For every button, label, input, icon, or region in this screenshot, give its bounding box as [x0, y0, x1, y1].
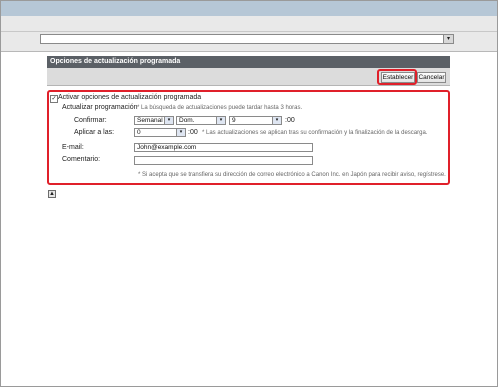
cancel-button[interactable]: Cancelar	[417, 72, 446, 83]
email-footnote: * Si acepta que se transfiera su direcci…	[138, 172, 446, 178]
apply-minutes: :00	[188, 129, 198, 136]
email-field[interactable]	[134, 143, 313, 152]
frequency-value: Semanal	[137, 117, 163, 124]
collapse-icon[interactable]: ▲	[48, 190, 56, 198]
confirm-minutes: :00	[285, 117, 295, 124]
enable-schedule-label: Activar opciones de actualización progra…	[58, 94, 202, 101]
update-schedule-label: Actualizar programación	[62, 104, 138, 111]
email-label: E-mail:	[62, 144, 84, 151]
chevron-down-icon[interactable]: ▾	[443, 35, 453, 43]
toolbar-divider	[1, 31, 497, 32]
update-note: * La búsqueda de actualizaciones puede t…	[137, 105, 303, 111]
apply-hour-value: 0	[137, 129, 141, 136]
day-select[interactable]: Dom. ▾	[176, 116, 226, 125]
chevron-down-icon: ▾	[164, 117, 173, 124]
confirm-label: Confirmar:	[74, 117, 107, 124]
panel-title: Opciones de actualización programada	[47, 56, 450, 68]
apply-label: Aplicar a las:	[74, 129, 115, 136]
frequency-select[interactable]: Semanal ▾	[134, 116, 174, 125]
page-selector-dropdown[interactable]: ▾	[40, 34, 454, 44]
title-bar	[1, 1, 497, 17]
set-button-highlight	[377, 69, 417, 85]
day-value: Dom.	[179, 117, 195, 124]
enable-schedule-checkbox[interactable]: ✓	[50, 95, 58, 103]
chevron-down-icon: ▾	[272, 117, 281, 124]
hour-select[interactable]: 9 ▾	[229, 116, 282, 125]
apply-note: * Las actualizaciones se aplican tras su…	[202, 130, 428, 136]
apply-hour-select[interactable]: 0 ▾	[134, 128, 186, 137]
chevron-down-icon: ▾	[216, 117, 225, 124]
chevron-down-icon: ▾	[176, 129, 185, 136]
hour-value: 9	[232, 117, 236, 124]
comment-label: Comentario:	[62, 156, 101, 163]
comment-field[interactable]	[134, 156, 313, 165]
